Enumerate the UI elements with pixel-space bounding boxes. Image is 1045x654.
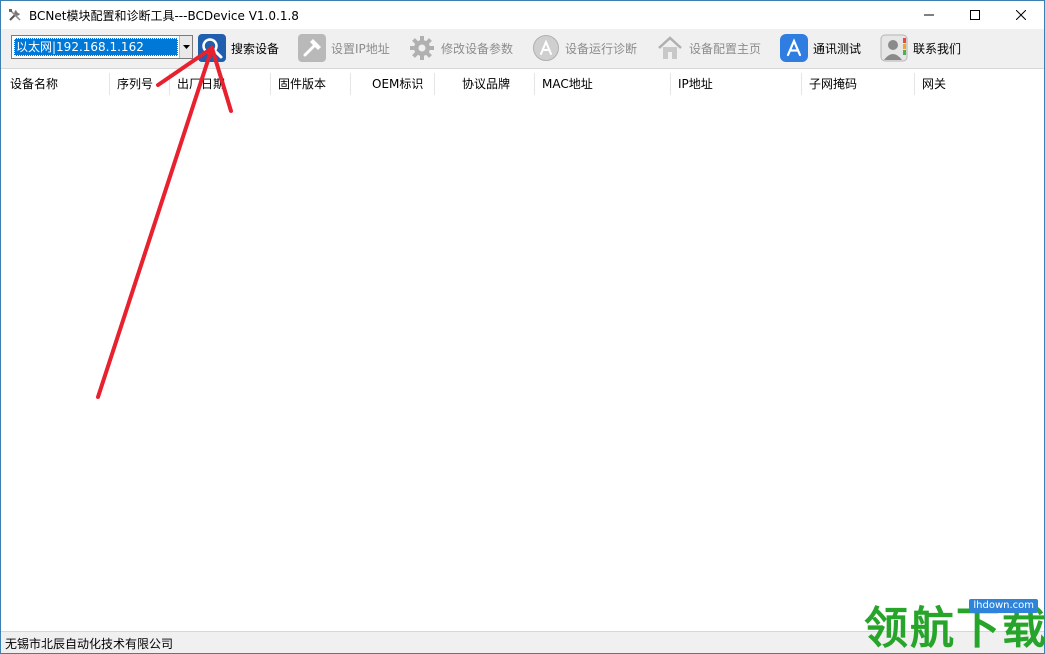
app-window: BCNet模块配置和诊断工具---BCDevice V1.0.1.8 以太网|1… — [0, 0, 1045, 654]
close-icon — [1016, 10, 1026, 20]
column-header-manufacture-date[interactable]: 出厂日期 — [169, 71, 225, 97]
modify-params-label: 修改设备参数 — [441, 41, 514, 56]
search-icon — [197, 33, 227, 63]
hammer-icon — [297, 33, 327, 63]
maximize-icon — [970, 10, 980, 20]
column-header-firmware[interactable]: 固件版本 — [270, 71, 326, 97]
maximize-button[interactable] — [952, 1, 998, 29]
app-store-icon — [531, 33, 561, 63]
contact-us-label: 联系我们 — [913, 41, 962, 56]
status-company: 无锡市北辰自动化技术有限公司 — [5, 637, 174, 651]
home-icon — [655, 33, 685, 63]
comm-test-label: 通讯测试 — [813, 41, 862, 56]
column-header-protocol-brand[interactable]: 协议品牌 — [454, 71, 510, 97]
dropdown-arrow[interactable] — [179, 36, 192, 58]
minimize-icon — [924, 14, 934, 16]
window-controls — [906, 1, 1044, 29]
device-list-header: 设备名称 序列号 出厂日期 固件版本 OEM标识 协议品牌 MAC地址 IP地址… — [2, 71, 1043, 97]
config-homepage-button[interactable]: 设备配置主页 — [655, 32, 761, 64]
chevron-down-icon — [182, 45, 190, 49]
run-diagnostics-label: 设备运行诊断 — [565, 41, 638, 56]
column-header-device-name[interactable]: 设备名称 — [2, 71, 58, 97]
device-list[interactable]: 设备名称 序列号 出厂日期 固件版本 OEM标识 协议品牌 MAC地址 IP地址… — [2, 71, 1043, 630]
config-homepage-label: 设备配置主页 — [689, 41, 762, 56]
run-diagnostics-button[interactable]: 设备运行诊断 — [531, 32, 637, 64]
set-ip-button[interactable]: 设置IP地址 — [297, 32, 390, 64]
column-header-subnet[interactable]: 子网掩码 — [801, 71, 857, 97]
window-title: BCNet模块配置和诊断工具---BCDevice V1.0.1.8 — [29, 8, 299, 23]
watermark-logo: 领航下载 lhdown.com — [862, 596, 1045, 654]
toolbar: 以太网|192.168.1.162 搜索设备 设置IP地址 修改设备参数 设备运… — [1, 29, 1044, 69]
close-button[interactable] — [998, 1, 1044, 29]
app-store-icon — [779, 33, 809, 63]
column-separator[interactable] — [434, 73, 435, 95]
modify-params-button[interactable]: 修改设备参数 — [407, 32, 513, 64]
interface-combobox-value: 以太网|192.168.1.162 — [14, 38, 178, 56]
column-header-ip[interactable]: IP地址 — [670, 71, 713, 97]
contact-us-button[interactable]: 联系我们 — [879, 32, 961, 64]
column-header-gateway[interactable]: 网关 — [914, 71, 946, 97]
column-header-oem[interactable]: OEM标识 — [364, 71, 423, 97]
search-devices-button[interactable]: 搜索设备 — [197, 32, 279, 64]
column-separator[interactable] — [350, 73, 351, 95]
tools-icon — [7, 7, 23, 23]
column-header-mac[interactable]: MAC地址 — [534, 71, 593, 97]
comm-test-button[interactable]: 通讯测试 — [779, 32, 861, 64]
contact-icon — [879, 33, 909, 63]
search-devices-label: 搜索设备 — [231, 41, 280, 56]
title-bar: BCNet模块配置和诊断工具---BCDevice V1.0.1.8 — [1, 1, 1044, 29]
set-ip-label: 设置IP地址 — [331, 41, 390, 56]
column-header-serial[interactable]: 序列号 — [109, 71, 153, 97]
interface-combobox[interactable]: 以太网|192.168.1.162 — [11, 35, 193, 59]
gear-icon — [407, 33, 437, 63]
watermark-url: lhdown.com — [969, 599, 1038, 613]
minimize-button[interactable] — [906, 1, 952, 29]
